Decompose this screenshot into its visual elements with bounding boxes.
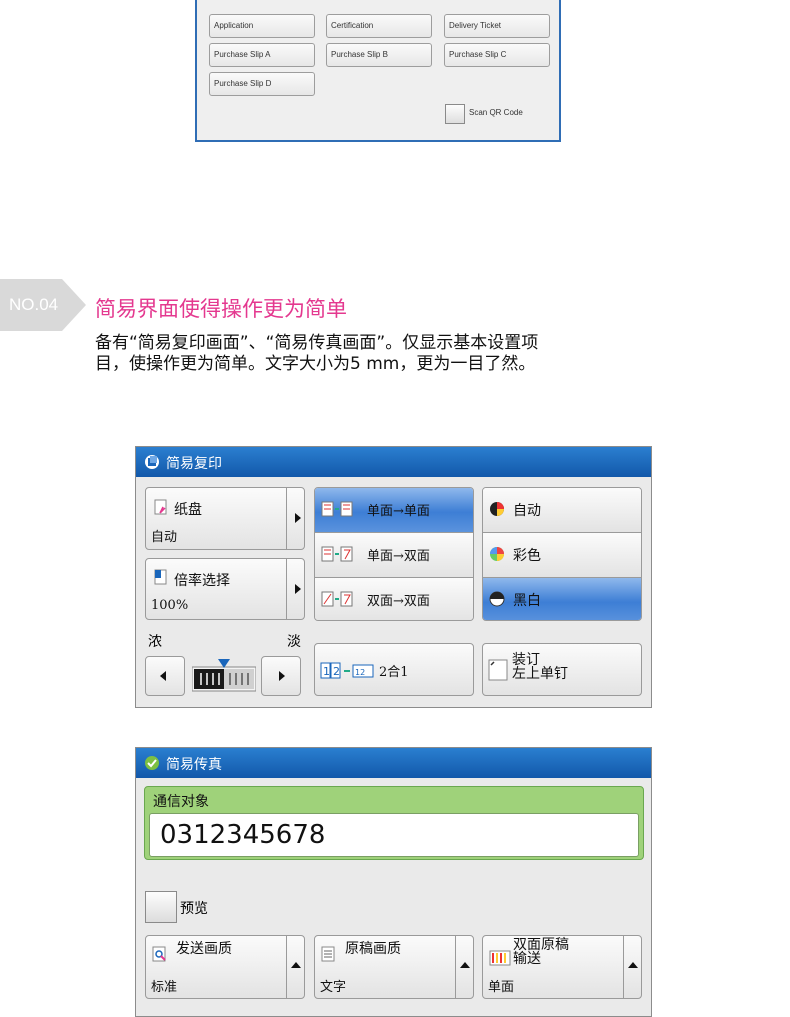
- send-quality-divider: [286, 936, 287, 998]
- duplex-original-divider: [623, 936, 624, 998]
- original-quality-label: 原稿画质: [345, 941, 401, 957]
- density-marker-icon[interactable]: [218, 659, 230, 668]
- duplex-original-label-line-2: 输送: [513, 951, 541, 967]
- original-quality-divider: [455, 936, 456, 998]
- color-auto-button[interactable]: 自动: [483, 488, 641, 532]
- paper-tray-button[interactable]: 纸盘 自动: [145, 487, 305, 550]
- density-dark-label: 浓: [148, 634, 162, 650]
- preview-label: 预览: [180, 901, 208, 917]
- easy-copy-header: 简易复印: [136, 447, 651, 477]
- duplex-original-value: 单面: [488, 980, 515, 995]
- density-decrease-button[interactable]: [145, 656, 185, 696]
- paper-tray-icon: [154, 499, 167, 515]
- two-up-icon: 1 2 12: [320, 662, 374, 679]
- duplex-group: 单面→单面 单面→双面 双面→双面: [314, 487, 474, 621]
- copy-icon: [145, 455, 159, 469]
- staple-button[interactable]: 装订 左上单钉: [482, 643, 642, 696]
- duplex-1-2-label: 单面→双面: [367, 549, 430, 564]
- color-full-label: 彩色: [513, 548, 541, 564]
- color-auto-label: 自动: [513, 503, 541, 519]
- color-bw-button[interactable]: 黑白: [483, 578, 641, 620]
- duplex-1-1-button[interactable]: 单面→单面: [315, 488, 473, 532]
- duplex-1-1-label: 单面→单面: [367, 504, 430, 519]
- density-increase-button[interactable]: [261, 656, 301, 696]
- paper-tray-value: 自动: [151, 530, 178, 545]
- density-right-arrow-icon: [279, 671, 285, 681]
- svg-text:12: 12: [355, 668, 365, 677]
- duplex-to-duplex-icon: [321, 591, 353, 607]
- send-quality-arrow-icon: [291, 962, 301, 968]
- duplex-2-2-label: 双面→双面: [367, 594, 430, 609]
- duplex-original-label-line-1: 双面原稿: [513, 937, 569, 953]
- section-title: 简易界面使得操作更为简单: [95, 297, 347, 321]
- reduce-enlarge-icon: [154, 569, 167, 585]
- doc-button-delivery-ticket[interactable]: Delivery Ticket: [444, 14, 550, 38]
- doc-button-purchase-slip-b[interactable]: Purchase Slip B: [326, 43, 432, 67]
- staple-icon: [488, 659, 508, 681]
- recipient-box: 通信对象 0312345678: [144, 786, 644, 860]
- staple-label-line-1: 装订: [512, 652, 540, 668]
- color-mode-group: 自动 彩色 黑白: [482, 487, 642, 621]
- reduce-enlarge-arrow-icon: [295, 584, 301, 594]
- easy-fax-header: 简易传真: [136, 748, 651, 778]
- easy-copy-title: 简易复印: [166, 456, 222, 472]
- duplex-original-icon: [489, 950, 511, 966]
- doc-button-certification[interactable]: Certification: [326, 14, 432, 38]
- auto-color-icon: [490, 502, 504, 516]
- reduce-enlarge-divider: [286, 559, 287, 619]
- density-light-label: 淡: [287, 634, 301, 650]
- paper-tray-label: 纸盘: [174, 502, 202, 518]
- reduce-enlarge-button[interactable]: 倍率选择 100%: [145, 558, 305, 620]
- duplex-1-2-button[interactable]: 单面→双面: [315, 533, 473, 577]
- density-slider[interactable]: [191, 659, 257, 693]
- original-quality-value: 文字: [320, 980, 347, 995]
- doc-button-application[interactable]: Application: [209, 14, 315, 38]
- svg-text:2: 2: [333, 665, 340, 678]
- section-description: 备有“简易复印画面”、“简易传真画面”。仅显示基本设置项 目，使操作更为简单。文…: [95, 333, 538, 375]
- recipient-label: 通信对象: [153, 794, 209, 810]
- original-quality-icon: [321, 946, 335, 962]
- doc-button-purchase-slip-d[interactable]: Purchase Slip D: [209, 72, 315, 96]
- original-quality-arrow-icon: [460, 962, 470, 968]
- full-color-icon: [490, 547, 504, 561]
- doc-button-purchase-slip-c[interactable]: Purchase Slip C: [444, 43, 550, 67]
- easy-fax-title: 简易传真: [166, 757, 222, 773]
- two-up-label: 2合1: [379, 665, 409, 680]
- simplex-to-simplex-icon: [321, 501, 353, 517]
- staple-label-line-2: 左上单钉: [512, 666, 568, 682]
- duplex-original-arrow-icon: [628, 962, 638, 968]
- two-up-button[interactable]: 1 2 12 2合1: [314, 643, 474, 696]
- send-quality-icon: [152, 946, 166, 962]
- preview-checkbox[interactable]: [145, 891, 177, 923]
- document-type-panel: Application Certification Delivery Ticke…: [195, 0, 561, 142]
- reduce-enlarge-value: 100%: [151, 598, 189, 613]
- paper-tray-arrow-icon: [295, 513, 301, 523]
- send-quality-button[interactable]: 发送画质 标准: [145, 935, 305, 999]
- fax-check-icon: [145, 756, 159, 770]
- recipient-input[interactable]: 0312345678: [149, 813, 639, 857]
- easy-copy-panel: 简易复印 纸盘 自动 倍率选择 100% 浓 淡 单面→单面 单面→双面 双面→…: [135, 446, 652, 708]
- color-full-button[interactable]: 彩色: [483, 533, 641, 577]
- paper-tray-divider: [286, 488, 287, 549]
- doc-button-purchase-slip-a[interactable]: Purchase Slip A: [209, 43, 315, 67]
- section-description-line-1: 备有“简易复印画面”、“简易传真画面”。仅显示基本设置项: [95, 333, 539, 353]
- section-badge-label: NO.04: [9, 295, 59, 314]
- duplex-original-button[interactable]: 双面原稿 输送 单面: [482, 935, 642, 999]
- black-white-icon: [489, 591, 505, 607]
- scan-qr-checkbox[interactable]: [445, 104, 465, 124]
- density-left-arrow-icon: [160, 671, 166, 681]
- send-quality-label: 发送画质: [176, 941, 232, 957]
- original-quality-button[interactable]: 原稿画质 文字: [314, 935, 474, 999]
- simplex-to-duplex-icon: [321, 546, 353, 562]
- reduce-enlarge-label: 倍率选择: [174, 573, 230, 589]
- duplex-2-2-button[interactable]: 双面→双面: [315, 578, 473, 620]
- section-description-line-2: 目，使操作更为简单。文字大小为5 mm，更为一目了然。: [95, 354, 536, 374]
- send-quality-value: 标准: [151, 980, 178, 995]
- svg-text:1: 1: [323, 665, 330, 678]
- easy-fax-panel: 简易传真 通信对象 0312345678 预览 发送画质 标准 原稿画质 文字 …: [135, 747, 652, 1017]
- color-bw-label: 黑白: [513, 593, 541, 609]
- scan-qr-label: Scan QR Code: [469, 108, 523, 117]
